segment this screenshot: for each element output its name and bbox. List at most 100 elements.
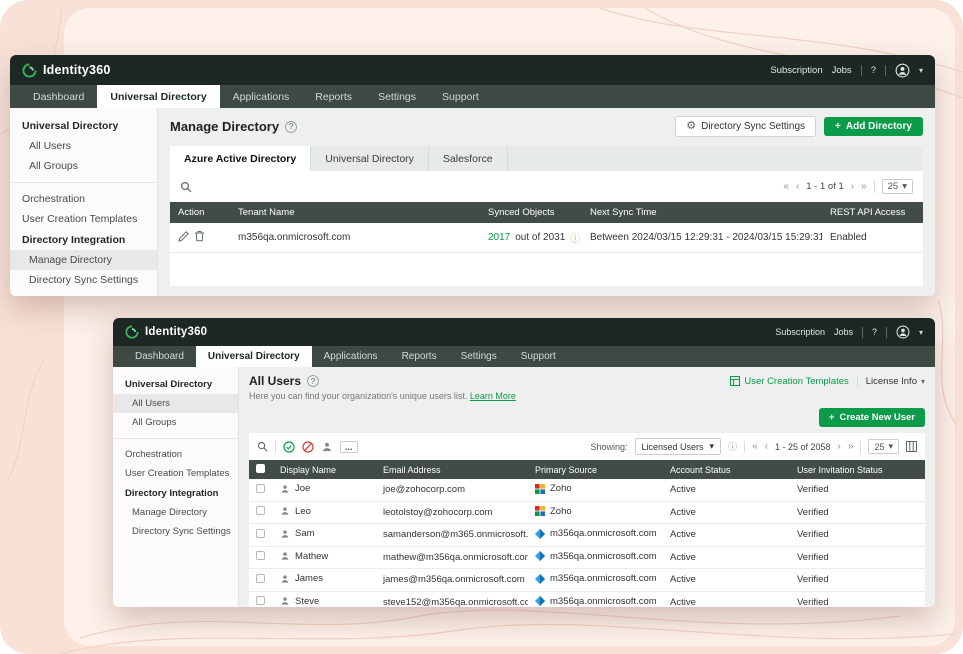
row-checkbox[interactable] (256, 506, 265, 515)
info-icon[interactable]: ⓘ (570, 230, 580, 245)
row-checkbox[interactable] (256, 574, 265, 583)
first-page-button[interactable]: « (752, 441, 758, 452)
sidebar-item-all-users[interactable]: All Users (10, 136, 157, 156)
primary-source-cell: m356qa.onmicrosoft.com (528, 569, 663, 592)
select-all-checkbox[interactable] (256, 464, 265, 473)
search-icon[interactable] (180, 181, 192, 193)
synced-count-link[interactable]: 2017 (488, 232, 510, 243)
divider (857, 375, 858, 387)
nav-settings[interactable]: Settings (449, 346, 509, 367)
user-avatar-icon[interactable] (896, 325, 910, 339)
prev-page-button[interactable]: ‹ (796, 181, 799, 192)
info-icon[interactable]: ⓘ (728, 440, 737, 453)
sidebar-item-manage-directory[interactable]: Manage Directory (10, 250, 157, 270)
next-sync-time-cell: Between 2024/03/15 12:29:31 - 2024/03/15… (582, 223, 822, 253)
page-size-select[interactable]: 25 ▾ (868, 439, 899, 454)
nav-universal-directory[interactable]: Universal Directory (97, 85, 219, 108)
sidebar-item-manage-directory[interactable]: Manage Directory (113, 503, 238, 522)
chevron-down-icon[interactable]: ▾ (919, 328, 923, 337)
tab-azure-active-directory[interactable]: Azure Active Directory (170, 146, 311, 171)
next-page-button[interactable]: › (851, 181, 854, 192)
license-info-link[interactable]: License Info ▾ (866, 376, 925, 387)
account-status-cell: Active (663, 479, 790, 501)
sidebar-item-directory-sync-settings[interactable]: Directory Sync Settings (10, 270, 157, 290)
nav-universal-directory[interactable]: Universal Directory (196, 346, 312, 367)
sidebar-item-all-groups[interactable]: All Groups (113, 413, 238, 432)
user-row[interactable]: Steve steve152@m356qa.onmicrosoft.com (249, 591, 925, 607)
help-icon[interactable]: ? (285, 121, 297, 133)
next-page-button[interactable]: › (838, 441, 841, 452)
chevron-down-icon[interactable]: ▾ (919, 66, 923, 75)
col-synced-objects: Synced Objects (480, 202, 582, 223)
chevron-down-icon: ▾ (710, 441, 715, 452)
sidebar-item-user-creation-templates[interactable]: User Creation Templates (113, 464, 238, 483)
nav-applications[interactable]: Applications (312, 346, 390, 367)
create-new-user-button[interactable]: + Create New User (819, 408, 925, 427)
nav-support[interactable]: Support (429, 85, 492, 108)
row-checkbox[interactable] (256, 484, 265, 493)
chevron-down-icon: ▾ (888, 441, 893, 452)
sidebar-item-user-creation-templates[interactable]: User Creation Templates (10, 209, 157, 229)
tab-salesforce[interactable]: Salesforce (429, 146, 508, 171)
jobs-link[interactable]: Jobs (832, 65, 852, 76)
sidebar-item-orchestration[interactable]: Orchestration (10, 189, 157, 209)
delete-icon[interactable] (194, 230, 205, 242)
invitation-status-cell: Verified (790, 569, 925, 592)
divider (860, 441, 861, 453)
disable-user-icon[interactable] (302, 441, 314, 453)
enable-user-icon[interactable] (283, 441, 295, 453)
help-button[interactable]: ? (871, 65, 876, 76)
tab-universal-directory[interactable]: Universal Directory (311, 146, 429, 171)
nav-dashboard[interactable]: Dashboard (20, 85, 97, 108)
directory-sync-settings-button[interactable]: ⚙ Directory Sync Settings (675, 116, 816, 137)
last-page-button[interactable]: » (848, 441, 854, 452)
more-actions-button[interactable]: ... (340, 441, 358, 453)
row-checkbox[interactable] (256, 551, 265, 560)
last-page-button[interactable]: » (861, 181, 867, 192)
user-icon (280, 529, 290, 539)
nav-reports[interactable]: Reports (302, 85, 365, 108)
user-row[interactable]: Mathew mathew@m356qa.onmicrosoft.com (249, 546, 925, 569)
nav-reports[interactable]: Reports (390, 346, 449, 367)
first-page-button[interactable]: « (783, 181, 789, 192)
user-row[interactable]: Joe joe@zohocorp.com (249, 479, 925, 501)
sidebar-item-directory-sync-settings[interactable]: Directory Sync Settings (113, 522, 238, 541)
help-button[interactable]: ? (872, 327, 877, 337)
row-checkbox[interactable] (256, 529, 265, 538)
user-avatar-icon[interactable] (895, 63, 910, 78)
row-checkbox[interactable] (256, 596, 265, 605)
user-row[interactable]: Leo leotolstoy@zohocorp.com (249, 501, 925, 524)
edit-icon[interactable] (178, 231, 189, 242)
nav-support[interactable]: Support (509, 346, 568, 367)
primary-source-cell: m356qa.onmicrosoft.com (528, 524, 663, 547)
nav-settings[interactable]: Settings (365, 85, 429, 108)
sidebar-item-orchestration[interactable]: Orchestration (113, 445, 238, 464)
learn-more-link[interactable]: Learn More (470, 391, 516, 401)
azure-ad-icon (535, 596, 545, 606)
add-directory-button[interactable]: + Add Directory (824, 117, 923, 136)
user-row[interactable]: James james@m356qa.onmicrosoft.com (249, 569, 925, 592)
search-icon[interactable] (257, 441, 268, 452)
sync-user-icon[interactable] (321, 441, 333, 453)
display-name-cell: Sam (273, 524, 376, 547)
jobs-link[interactable]: Jobs (834, 327, 853, 337)
brand-title: Identity360 (145, 326, 207, 338)
sidebar-item-all-users[interactable]: All Users (113, 394, 238, 413)
sidebar-item-all-groups[interactable]: All Groups (10, 156, 157, 176)
topbar-actions: Subscription Jobs ? ▾ (770, 63, 923, 78)
column-chooser-icon[interactable] (906, 441, 917, 452)
prev-page-button[interactable]: ‹ (765, 441, 768, 452)
subscription-link[interactable]: Subscription (770, 65, 822, 76)
user-creation-templates-link[interactable]: User Creation Templates (730, 376, 848, 387)
user-row[interactable]: Sam samanderson@m365.onmicrosoft.com (249, 524, 925, 547)
divider (113, 438, 238, 439)
user-icon (280, 574, 290, 584)
page-size-select[interactable]: 25 ▾ (882, 179, 913, 194)
user-filter-select[interactable]: Licensed Users ▾ (635, 438, 722, 455)
col-account-status: Account Status (663, 460, 790, 479)
subscription-link[interactable]: Subscription (775, 327, 825, 337)
help-icon[interactable]: ? (307, 375, 319, 387)
nav-applications[interactable]: Applications (220, 85, 303, 108)
nav-dashboard[interactable]: Dashboard (123, 346, 196, 367)
directory-sync-settings-label: Directory Sync Settings (701, 121, 805, 132)
